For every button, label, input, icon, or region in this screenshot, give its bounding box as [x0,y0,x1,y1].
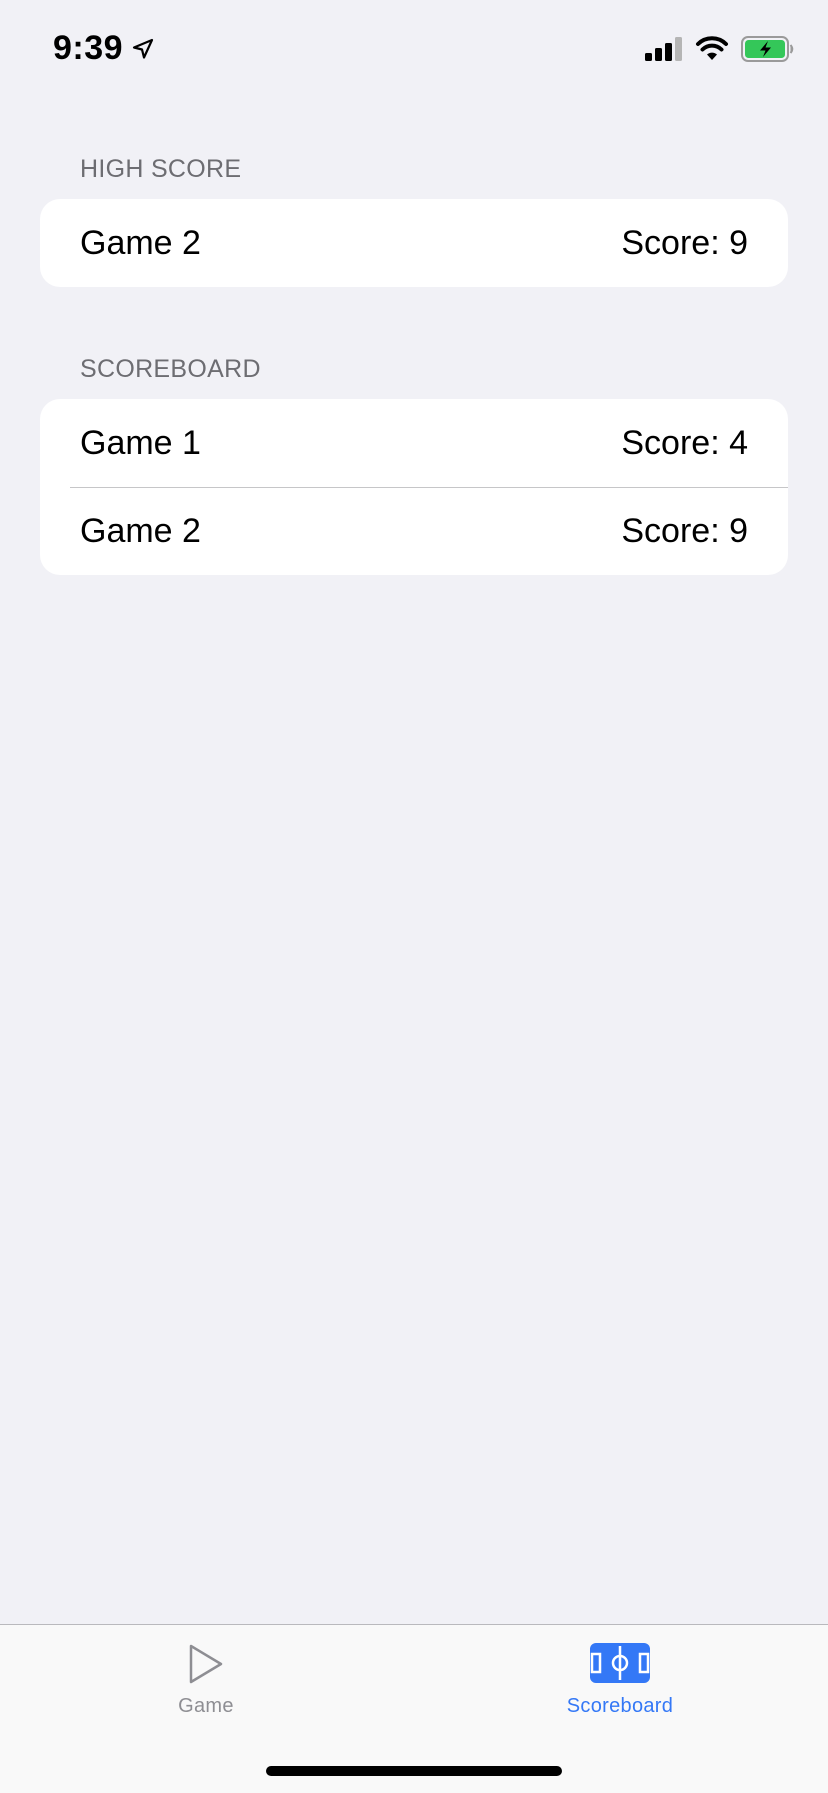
cellular-signal-icon [645,37,682,61]
high-score-row[interactable]: Game 2 Score: 9 [40,199,788,287]
play-icon [189,1644,223,1684]
tab-scoreboard[interactable]: Scoreboard [510,1643,730,1718]
game-score: Score: 9 [621,511,748,550]
home-indicator[interactable] [266,1766,562,1776]
wifi-icon [696,36,728,60]
tab-label-scoreboard: Scoreboard [566,1695,674,1717]
section-header-scoreboard: SCOREBOARD [80,355,261,383]
location-arrow-icon [132,38,154,59]
game-score: Score: 4 [621,423,748,462]
status-time: 9:39 [53,29,124,67]
game-name: Game 2 [80,223,201,262]
game-name: Game 1 [80,423,201,462]
scoreboard-card: Game 1 Score: 4 Game 2 Score: 9 [40,399,788,575]
game-score: Score: 9 [621,223,748,262]
battery-charging-icon [741,36,794,62]
status-time-container: 9:39 [53,29,155,68]
status-indicators [645,36,795,62]
sportscourt-icon [590,1643,650,1683]
tab-label-game: Game [178,1695,234,1717]
section-header-high-score: HIGH SCORE [80,155,242,183]
tab-game[interactable]: Game [96,1643,316,1718]
high-score-card: Game 2 Score: 9 [40,199,788,287]
scoreboard-row[interactable]: Game 2 Score: 9 [40,487,788,575]
game-name: Game 2 [80,511,201,550]
status-bar: 9:39 [0,0,828,100]
scoreboard-row[interactable]: Game 1 Score: 4 [40,399,788,487]
